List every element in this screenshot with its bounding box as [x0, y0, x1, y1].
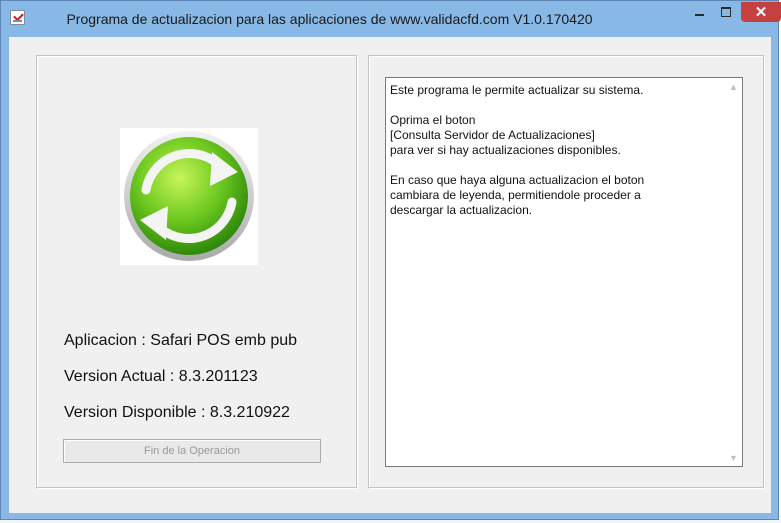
window-title: Programa de actualizacion para las aplic…: [66, 11, 593, 27]
scroll-down-icon[interactable]: ▼: [725, 449, 742, 466]
application-label: Aplicacion : Safari POS emb pub: [64, 332, 298, 349]
window-client-area: Aplicacion : Safari POS emb pub Version …: [9, 37, 771, 513]
app-icon[interactable]: [10, 10, 25, 25]
info-panel: Aplicacion : Safari POS emb pub Version …: [36, 55, 358, 489]
message-panel: Este programa le permite actualizar su s…: [368, 55, 765, 489]
app-window: Programa de actualizacion para las aplic…: [0, 0, 781, 520]
text-line: En caso que haya alguna actualizacion el…: [390, 173, 645, 187]
finish-operation-button[interactable]: Fin de la Operacion: [63, 439, 321, 463]
text-line: Este programa le permite actualizar su s…: [390, 83, 644, 97]
text-line: para ver si hay actualizaciones disponib…: [390, 143, 621, 157]
text-line: descargar la actualizacion.: [390, 203, 533, 217]
title-bar[interactable]: Programa de actualizacion para las aplic…: [1, 1, 781, 37]
current-version-label: Version Actual : 8.3.201123: [64, 368, 258, 385]
available-version-label: Version Disponible : 8.3.210922: [64, 404, 290, 421]
maximize-button[interactable]: [713, 2, 739, 22]
sync-arrows-icon: [124, 131, 254, 261]
close-button[interactable]: ✕: [741, 2, 781, 22]
info-textbox[interactable]: Este programa le permite actualizar su s…: [385, 77, 743, 467]
update-logo: [120, 128, 258, 265]
close-icon: ✕: [754, 3, 768, 21]
minimize-icon: [694, 14, 704, 16]
info-text: Este programa le permite actualizar su s…: [390, 83, 722, 218]
text-line: cambiara de leyenda, permitiendole proce…: [390, 188, 641, 202]
text-line: Oprima el boton: [390, 113, 476, 127]
minimize-button[interactable]: [686, 2, 712, 22]
scroll-up-icon[interactable]: ▲: [725, 78, 742, 95]
vertical-scrollbar[interactable]: ▲ ▼: [725, 78, 742, 466]
maximize-icon: [721, 7, 731, 17]
text-line: [Consulta Servidor de Actualizaciones]: [390, 128, 595, 142]
